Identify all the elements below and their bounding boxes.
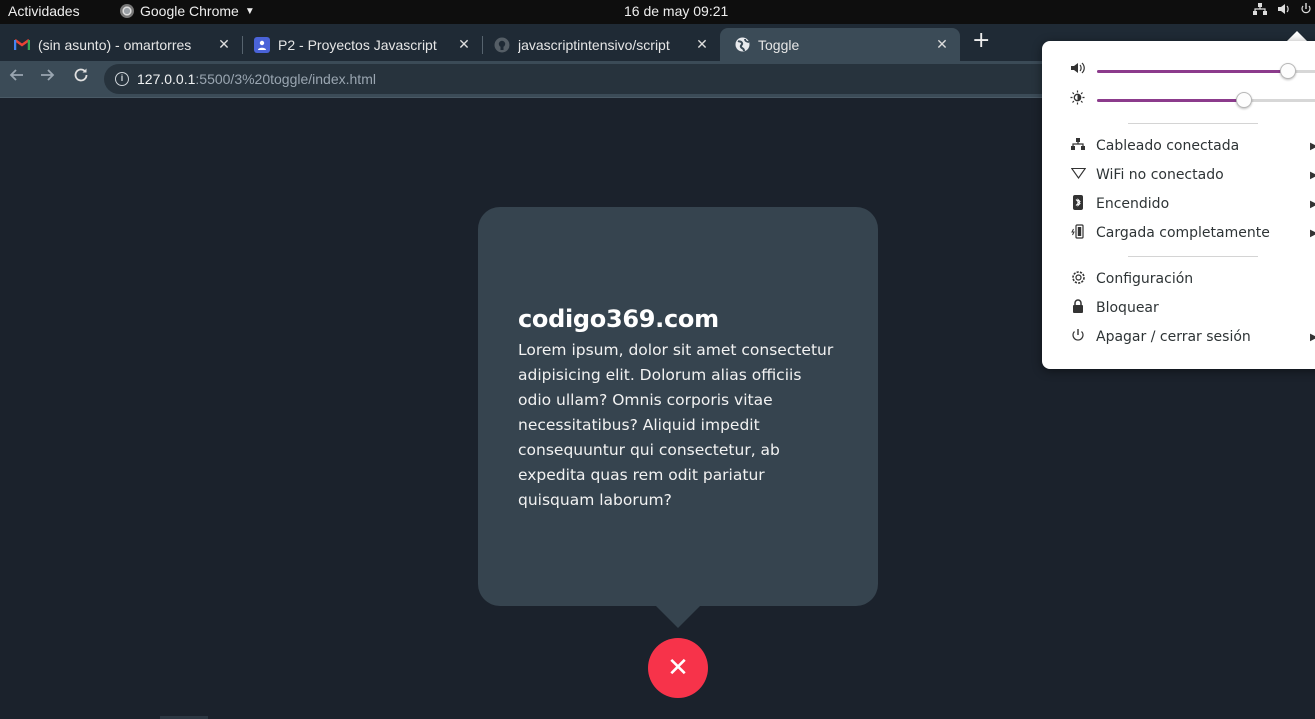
bluetooth-icon	[1068, 194, 1088, 214]
gnome-top-bar: Actividades Google Chrome ▼ 16 de may 09…	[0, 0, 1315, 24]
url-path: :5500/3%20toggle/index.html	[195, 71, 376, 87]
chevron-right-icon: ▶	[1310, 198, 1315, 210]
url-host: 127.0.0.1	[137, 71, 196, 87]
forward-arrow-icon[interactable]	[40, 67, 56, 88]
wired-network-icon	[1068, 137, 1088, 155]
github-icon	[494, 37, 510, 53]
menu-divider	[1128, 123, 1258, 124]
brightness-icon	[1070, 90, 1085, 109]
address-bar[interactable]: i 127.0.0.1:5500/3%20toggle/index.html	[104, 64, 1064, 94]
menu-divider	[1128, 256, 1258, 257]
menu-item-label: Encendido	[1096, 196, 1170, 212]
tab-title: javascriptintensivo/script	[518, 36, 670, 53]
tab-gmail[interactable]: (sin asunto) - omartorres ✕	[0, 28, 242, 61]
tab-title: P2 - Proyectos Javascript	[278, 36, 437, 53]
menu-item-label: Configuración	[1096, 271, 1194, 287]
volume-icon	[1070, 61, 1085, 79]
tab-title: Toggle	[758, 36, 800, 53]
menu-item-label: Cableado conectada	[1096, 138, 1240, 154]
system-status-area[interactable]	[1253, 2, 1311, 16]
menu-item-label: Apagar / cerrar sesión	[1096, 329, 1251, 345]
chrome-icon	[120, 4, 134, 18]
card-pointer	[655, 605, 701, 628]
brightness-slider-row	[1042, 90, 1315, 110]
close-tab-icon[interactable]: ✕	[932, 36, 952, 53]
battery-icon	[1068, 223, 1088, 243]
tab-github[interactable]: javascriptintensivo/script ✕	[480, 28, 720, 61]
menu-item-wired[interactable]: Cableado conectada ▶	[1042, 134, 1315, 158]
globe-icon	[734, 37, 750, 53]
volume-slider-fill	[1097, 70, 1288, 73]
network-icon	[1253, 3, 1267, 15]
chevron-right-icon: ▶	[1310, 169, 1315, 181]
app-menu-button[interactable]: Google Chrome ▼	[120, 3, 255, 19]
app-name: Google Chrome	[140, 3, 239, 19]
menu-item-wifi[interactable]: WiFi no conectado ▶	[1042, 163, 1315, 187]
menu-item-label: Bloquear	[1096, 300, 1159, 316]
menu-item-bluetooth[interactable]: Encendido ▶	[1042, 192, 1315, 216]
chevron-right-icon: ▶	[1310, 331, 1315, 343]
tab-title: (sin asunto) - omartorres	[38, 36, 192, 53]
lock-icon	[1068, 299, 1088, 317]
reload-icon[interactable]	[73, 67, 89, 88]
activities-button[interactable]: Actividades	[8, 3, 80, 19]
chevron-right-icon: ▶	[1310, 140, 1315, 152]
volume-slider-row	[1042, 61, 1315, 81]
site-info-icon[interactable]: i	[115, 72, 129, 86]
power-icon	[1068, 328, 1088, 346]
volume-slider-knob[interactable]	[1279, 63, 1296, 79]
tab-toggle-active[interactable]: Toggle ✕	[720, 28, 960, 61]
close-icon: ✕	[667, 653, 689, 683]
volume-icon	[1278, 4, 1289, 14]
menu-item-battery[interactable]: Cargada completamente ▶	[1042, 221, 1315, 245]
menu-item-label: WiFi no conectado	[1096, 167, 1224, 183]
volume-slider[interactable]	[1097, 63, 1315, 79]
classroom-icon	[254, 36, 270, 53]
new-tab-button[interactable]: +	[972, 30, 990, 52]
menu-item-power[interactable]: Apagar / cerrar sesión ▶	[1042, 325, 1315, 349]
brightness-slider-fill	[1097, 99, 1245, 102]
chevron-down-icon: ▼	[244, 5, 255, 17]
menu-item-label: Cargada completamente	[1096, 225, 1270, 241]
back-arrow-icon[interactable]	[8, 67, 24, 88]
close-tab-icon[interactable]: ✕	[454, 36, 474, 53]
brightness-slider[interactable]	[1097, 92, 1315, 108]
popup-card: codigo369.com Lorem ipsum, dolor sit ame…	[478, 207, 878, 606]
gmail-icon	[14, 37, 30, 53]
brightness-slider-knob[interactable]	[1236, 92, 1253, 108]
card-title: codigo369.com	[518, 305, 719, 333]
clock[interactable]: 16 de may 09:21	[624, 3, 728, 19]
close-tab-icon[interactable]: ✕	[214, 36, 234, 53]
close-tab-icon[interactable]: ✕	[692, 36, 712, 53]
chevron-right-icon: ▶	[1310, 227, 1315, 239]
system-menu: Cableado conectada ▶ WiFi no conectado ▶…	[1042, 41, 1315, 369]
wifi-icon	[1068, 167, 1088, 183]
tab-classroom[interactable]: P2 - Proyectos Javascript ✕	[240, 28, 482, 61]
menu-item-lock[interactable]: Bloquear	[1042, 296, 1315, 320]
menu-item-settings[interactable]: Configuración	[1042, 267, 1315, 291]
settings-icon	[1068, 270, 1088, 289]
toggle-close-button[interactable]: ✕	[648, 638, 708, 698]
card-body-text: Lorem ipsum, dolor sit amet consectetur …	[518, 341, 834, 509]
power-icon	[1301, 3, 1311, 14]
